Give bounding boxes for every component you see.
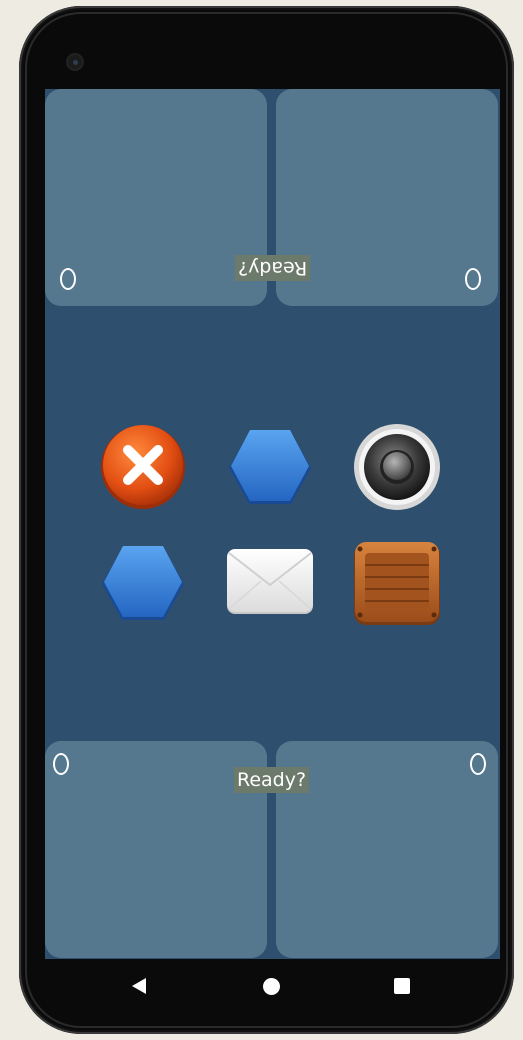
player-marker-bottom-right <box>470 753 486 775</box>
system-nav-bar <box>45 959 500 1011</box>
close-x-icon[interactable] <box>98 421 188 511</box>
wooden-crate-icon[interactable] <box>352 539 442 629</box>
player-marker-top-right <box>465 268 481 290</box>
ready-label-top: Ready? <box>235 255 311 281</box>
player-pad-top-left[interactable] <box>45 89 267 306</box>
player-marker-bottom-left <box>53 753 69 775</box>
front-camera <box>66 53 84 71</box>
speaker-icon[interactable] <box>352 422 442 512</box>
envelope-icon[interactable] <box>225 541 315 631</box>
home-icon[interactable] <box>263 978 280 995</box>
blue-hexagon-icon[interactable] <box>225 423 315 513</box>
blue-hexagon-icon[interactable] <box>98 539 188 629</box>
recents-icon[interactable] <box>394 978 410 994</box>
player-marker-top-left <box>60 268 76 290</box>
ready-label-bottom: Ready? <box>234 767 310 793</box>
player-pad-bottom-right[interactable] <box>276 741 498 958</box>
back-icon[interactable] <box>132 978 146 994</box>
game-screen: Ready? Ready? <box>45 89 500 959</box>
